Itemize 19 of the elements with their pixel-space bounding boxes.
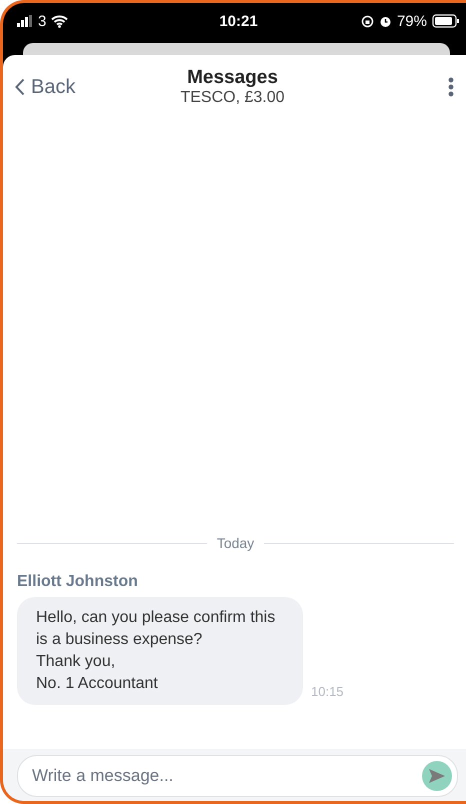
battery-icon (432, 14, 460, 28)
chevron-left-icon (15, 78, 25, 96)
screen-title: Messages (187, 67, 278, 89)
message-input-field[interactable]: Write a message... (17, 755, 458, 797)
date-divider-label: Today (216, 535, 254, 551)
message-bubble: Hello, can you please confirm this is a business expense? Thank you, No. 1 Accountant (17, 597, 303, 705)
more-options-icon[interactable] (448, 77, 454, 97)
message-time: 10:15 (311, 684, 344, 699)
back-button[interactable]: Back (11, 72, 121, 102)
wifi-icon (51, 14, 68, 28)
signal-icon (17, 15, 33, 27)
alarm-icon (378, 14, 392, 28)
transaction-subtitle: TESCO, £3.00 (180, 89, 285, 107)
battery-percent: 79% (396, 12, 427, 30)
lock-rotation-icon (360, 14, 374, 28)
carrier-label: 3 (38, 12, 46, 30)
sender-name: Elliott Johnston (17, 573, 139, 591)
send-icon (428, 768, 446, 784)
status-time: 10:21 (219, 12, 258, 30)
